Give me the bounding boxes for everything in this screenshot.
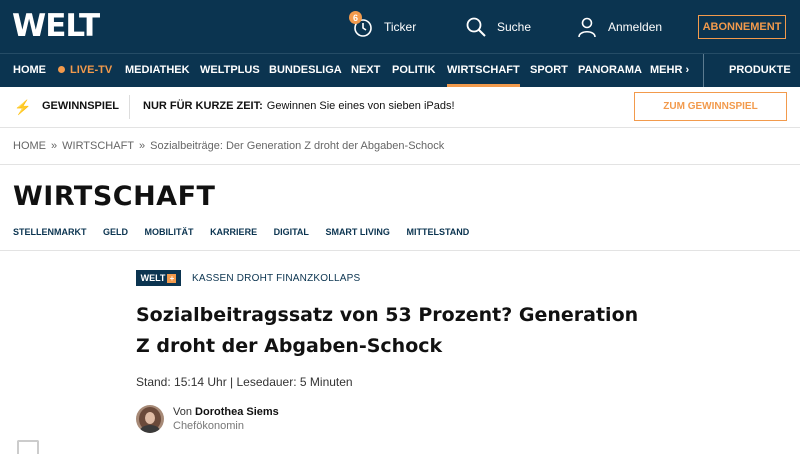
nav-item-next[interactable]: NEXT bbox=[351, 54, 380, 87]
nav-item-wirtschaft[interactable]: WIRTSCHAFT bbox=[447, 54, 520, 87]
author-name[interactable]: Dorothea Siems bbox=[195, 406, 279, 418]
live-dot-icon bbox=[58, 65, 65, 73]
search-icon bbox=[466, 17, 486, 37]
floating-widget-icon[interactable] bbox=[17, 440, 39, 454]
nav-item-politik[interactable]: POLITIK bbox=[392, 54, 435, 87]
nav-item-live-tv-label: LIVE-TV bbox=[70, 64, 113, 76]
nav-item-bundesliga[interactable]: BUNDESLIGA bbox=[269, 54, 342, 87]
promo-text-body: Gewinnen Sie eines von sieben iPads! bbox=[266, 100, 455, 112]
welt-plus-badge: WELT + bbox=[136, 270, 181, 286]
nav-item-home[interactable]: HOME bbox=[13, 54, 46, 87]
nav-item-mehr-label: MEHR bbox=[650, 64, 683, 76]
article-kicker: KASSEN DROHT FINANZKOLLAPS bbox=[192, 273, 361, 284]
search-label: Suche bbox=[497, 20, 532, 34]
breadcrumb-home[interactable]: HOME bbox=[13, 140, 46, 152]
breadcrumb-current: Sozialbeiträge: Der Generation Z droht d… bbox=[150, 140, 445, 152]
main-nav: HOME LIVE-TV MEDIATHEK WELTPLUS BUNDESLI… bbox=[0, 53, 800, 87]
article-meta: Stand: 15:14 Uhr | Lesedauer: 5 Minuten bbox=[136, 375, 353, 389]
promo-text: NUR FÜR KURZE ZEIT: Gewinnen Sie eines vo… bbox=[143, 100, 455, 112]
subnav-item-mittelstand[interactable]: MITTELSTAND bbox=[406, 227, 469, 237]
subnav-item-digital[interactable]: DIGITAL bbox=[274, 227, 309, 237]
subnav-item-karriere[interactable]: KARRIERE bbox=[210, 227, 257, 237]
divider bbox=[0, 250, 800, 251]
subnav-item-smart-living[interactable]: SMART LIVING bbox=[325, 227, 390, 237]
promo-divider bbox=[129, 95, 130, 119]
section-title[interactable]: WIRTSCHAFT bbox=[13, 181, 215, 212]
chevron-right-icon: › bbox=[685, 64, 690, 76]
breadcrumb-wirtschaft[interactable]: WIRTSCHAFT bbox=[62, 140, 134, 152]
promo-label: GEWINNSPIEL bbox=[42, 100, 120, 112]
promo-text-bold: NUR FÜR KURZE ZEIT: bbox=[143, 100, 263, 112]
divider bbox=[0, 164, 800, 165]
subnav-item-geld[interactable]: GELD bbox=[103, 227, 128, 237]
author-role: Chefökonomin bbox=[173, 420, 244, 432]
search-link[interactable]: Suche bbox=[465, 14, 531, 40]
author-avatar[interactable] bbox=[136, 405, 164, 433]
login-label: Anmelden bbox=[608, 20, 663, 34]
promo-bar: ⚡ GEWINNSPIEL NUR FÜR KURZE ZEIT: Gewinne… bbox=[0, 87, 800, 128]
nav-item-mehr[interactable]: MEHR › bbox=[650, 54, 689, 87]
article-headline: Sozialbeitragssatz von 53 Prozent? Gener… bbox=[136, 304, 639, 357]
ticker-label: Ticker bbox=[384, 20, 417, 34]
ticker-count-badge: 6 bbox=[349, 11, 362, 24]
breadcrumb-separator: » bbox=[139, 140, 146, 152]
lightning-icon: ⚡ bbox=[14, 99, 32, 115]
subnav-item-mobilitaet[interactable]: MOBILITÄT bbox=[145, 227, 194, 237]
user-icon bbox=[578, 17, 596, 38]
login-link[interactable]: Anmelden bbox=[576, 14, 662, 40]
breadcrumb-separator: » bbox=[51, 140, 58, 152]
plus-icon: + bbox=[167, 273, 177, 283]
nav-item-live-tv[interactable]: LIVE-TV bbox=[58, 54, 112, 87]
nav-item-sport[interactable]: SPORT bbox=[530, 54, 568, 87]
welt-plus-badge-label: WELT bbox=[140, 273, 166, 283]
nav-item-produkte[interactable]: PRODUKTE bbox=[729, 54, 791, 87]
nav-divider bbox=[703, 54, 704, 87]
top-header: WELT Ticker 6 Suche Anmelden ABONNEMENT bbox=[0, 0, 800, 53]
author-byline: Von Dorothea Siems bbox=[173, 406, 279, 418]
welt-logo[interactable]: WELT bbox=[12, 8, 100, 44]
nav-item-weltplus[interactable]: WELTPLUS bbox=[200, 54, 260, 87]
section-subnav: STELLENMARKT GELD MOBILITÄT KARRIERE DIG… bbox=[13, 227, 483, 237]
subnav-item-stellenmarkt[interactable]: STELLENMARKT bbox=[13, 227, 87, 237]
breadcrumb: HOME » WIRTSCHAFT » Sozialbeiträge: Der Gene… bbox=[13, 140, 444, 152]
nav-item-panorama[interactable]: PANORAMA bbox=[578, 54, 642, 87]
subscribe-button[interactable]: ABONNEMENT bbox=[698, 15, 786, 39]
promo-button[interactable]: ZUM GEWINNSPIEL bbox=[634, 92, 787, 121]
author-prefix: Von bbox=[173, 406, 192, 418]
nav-item-mediathek[interactable]: MEDIATHEK bbox=[125, 54, 190, 87]
